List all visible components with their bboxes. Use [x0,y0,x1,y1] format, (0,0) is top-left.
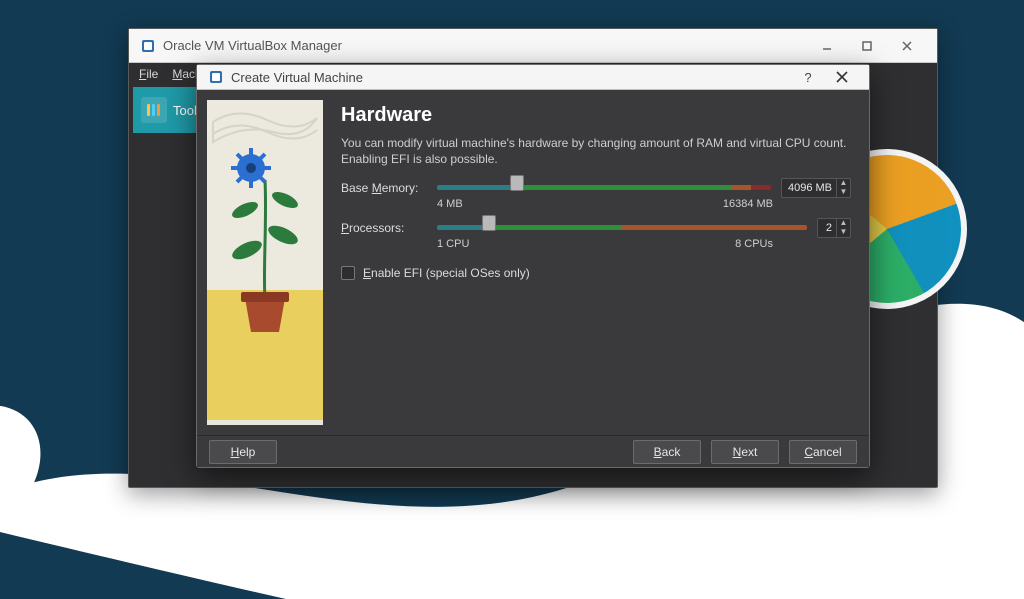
back-button[interactable]: Back [633,440,701,464]
memory-max-label: 16384 MB [723,198,773,210]
close-main-button[interactable] [887,32,927,60]
cpu-spinbox[interactable]: ▲ ▼ [817,218,851,238]
cpu-input[interactable] [818,222,836,234]
cpu-slider-thumb[interactable] [482,215,496,231]
cpu-max-label: 8 CPUs [735,238,773,250]
wizard-help-icon[interactable]: ? [791,65,825,89]
cpu-slider[interactable] [437,220,807,236]
wizard-title: Create Virtual Machine [231,70,363,85]
wizard-description: You can modify virtual machine's hardwar… [341,135,851,167]
wizard-footer: Help Back Next Cancel [197,435,869,467]
memory-slider[interactable] [437,180,771,196]
memory-slider-thumb[interactable] [510,175,524,191]
memory-spinbox[interactable]: ▲ ▼ [781,178,851,198]
tools-icon [141,97,167,123]
minimize-button[interactable] [807,32,847,60]
cpu-min-label: 1 CPU [437,238,469,250]
wizard-close-icon[interactable] [825,65,859,89]
memory-label: Base Memory: [341,181,427,195]
memory-min-label: 4 MB [437,198,463,210]
cancel-button[interactable]: Cancel [789,440,857,464]
wizard-artwork [207,100,323,425]
wizard-logo-icon [207,68,225,86]
memory-input[interactable] [782,182,836,194]
cpu-step-down-icon[interactable]: ▼ [837,228,850,237]
efi-label[interactable]: EEnable EFI (special OSes only)nable EFI… [363,266,530,280]
memory-step-down-icon[interactable]: ▼ [837,188,850,197]
create-vm-wizard: Create Virtual Machine ? [196,64,870,468]
main-titlebar[interactable]: Oracle VM VirtualBox Manager [129,29,937,63]
help-button[interactable]: Help [209,440,277,464]
main-window-title: Oracle VM VirtualBox Manager [163,38,342,53]
cpu-label: Processors: [341,221,427,235]
virtualbox-logo-icon [139,37,157,55]
maximize-button[interactable] [847,32,887,60]
efi-checkbox[interactable] [341,266,355,280]
next-button[interactable]: Next [711,440,779,464]
wizard-titlebar[interactable]: Create Virtual Machine ? [197,65,869,90]
menu-file[interactable]: File [139,67,158,81]
wizard-heading: Hardware [341,104,851,127]
